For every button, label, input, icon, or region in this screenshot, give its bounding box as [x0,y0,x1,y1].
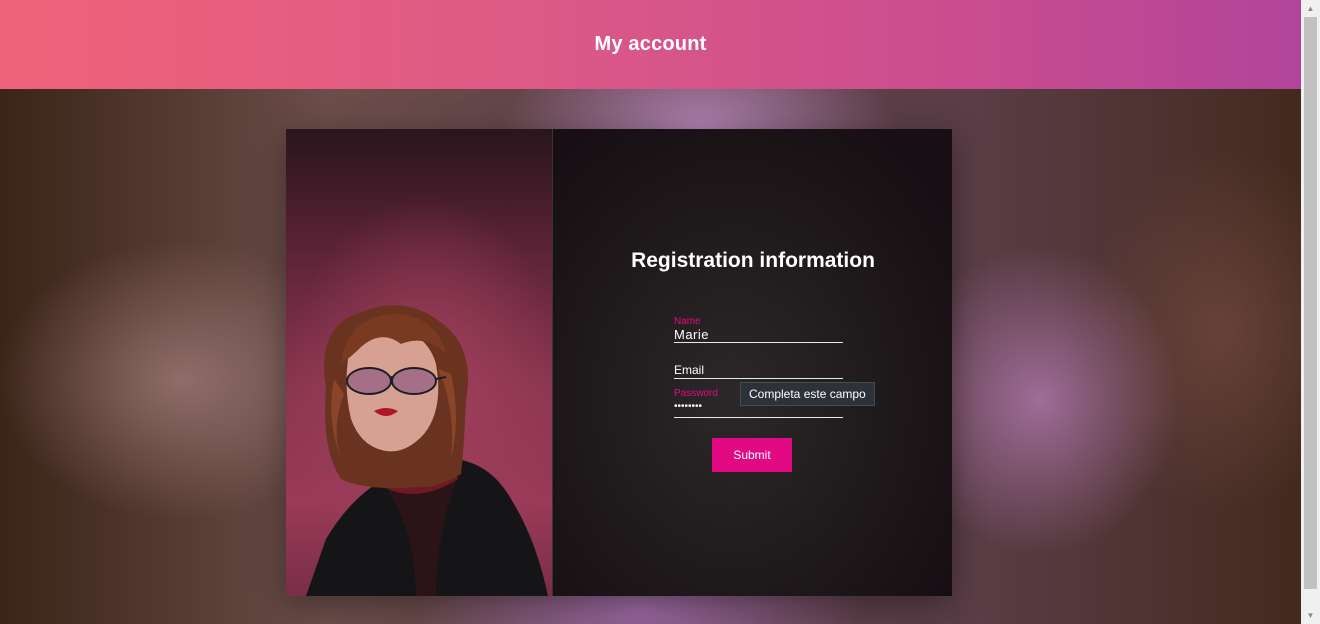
registration-card: Registration information [286,129,952,596]
chevron-down-icon[interactable]: ▼ [1301,607,1320,624]
scroll-thumb[interactable] [1304,17,1317,589]
vertical-scrollbar[interactable]: ▲ ▼ [1301,0,1320,624]
submit-button[interactable]: Submit [712,438,792,472]
email-underline [674,378,843,379]
name-value[interactable]: Marie [674,328,843,342]
portrait-illustration [306,305,548,596]
name-field[interactable]: Name Marie [674,316,843,343]
top-bar: My account [0,0,1301,89]
password-underline [674,417,843,418]
email-field[interactable]: Email [674,363,843,379]
email-label: Email [674,363,705,377]
page-title: My account [594,33,707,55]
chevron-up-icon[interactable]: ▲ [1301,0,1320,17]
portrait-photo [286,129,552,596]
name-underline [674,342,843,343]
form-title: Registration information [631,249,875,272]
validation-tooltip: Completa este campo [740,382,875,406]
